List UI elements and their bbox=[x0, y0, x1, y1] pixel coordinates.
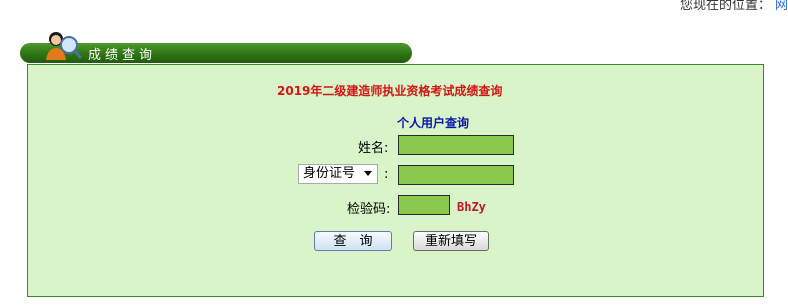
section-title: 成绩查询 bbox=[88, 48, 157, 63]
captcha-label: 检验码: bbox=[347, 202, 391, 217]
id-colon: : bbox=[384, 167, 389, 182]
id-type-select[interactable]: 身份证号 bbox=[298, 164, 378, 184]
location-breadcrumb: 您现在的位置： 网 bbox=[680, 0, 788, 13]
captcha-code: BhZy bbox=[457, 200, 486, 214]
chevron-down-icon bbox=[364, 171, 372, 176]
id-type-selected: 身份证号 bbox=[303, 166, 356, 181]
captcha-field[interactable] bbox=[398, 195, 450, 215]
page-title: 2019年二级建造师执业资格考试成绩查询 bbox=[277, 84, 503, 98]
location-link[interactable]: 网 bbox=[775, 0, 788, 13]
name-label: 姓名: bbox=[358, 141, 389, 156]
reset-button[interactable]: 重新填写 bbox=[413, 231, 489, 251]
sub-title: 个人用户查询 bbox=[397, 116, 470, 130]
name-field[interactable] bbox=[398, 135, 514, 155]
query-button[interactable]: 查 询 bbox=[314, 231, 392, 251]
query-panel: 2019年二级建造师执业资格考试成绩查询 个人用户查询 姓名: 身份证号 : 检… bbox=[27, 64, 764, 297]
person-magnifier-icon bbox=[46, 32, 82, 60]
id-number-field[interactable] bbox=[398, 165, 514, 185]
location-prefix: 您现在的位置： bbox=[679, 0, 771, 13]
